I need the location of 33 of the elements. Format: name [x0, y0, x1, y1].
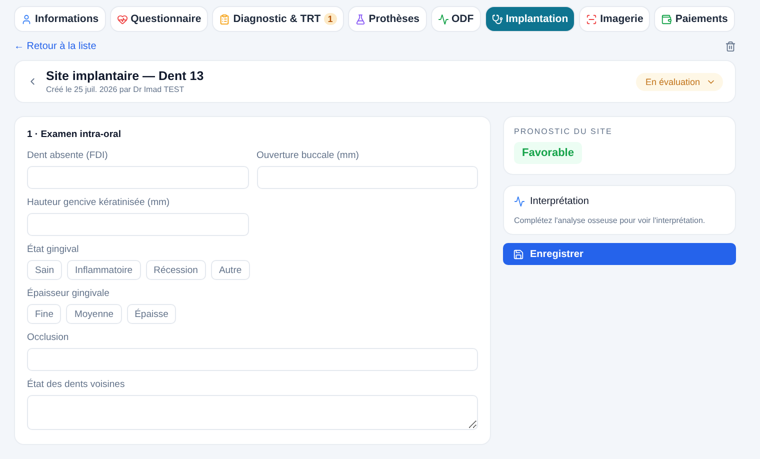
status-dropdown[interactable]: En évaluation [636, 72, 723, 90]
card-caption: PRONOSTIC DU SITE [514, 127, 614, 136]
field-label: État des dents voisines [27, 379, 126, 390]
field-label: Occlusion [27, 332, 70, 343]
field-label: État gingival [27, 244, 80, 255]
option-chip[interactable]: Fine [27, 304, 62, 324]
tab[interactable]: Implantation [484, 6, 576, 32]
option-chip[interactable]: Épaisse [126, 304, 176, 324]
field-label: Épaisseur gingivale [27, 288, 110, 299]
card-text: Complétez l'analyse osseuse pour voir l'interprétation. [514, 216, 706, 225]
option-chip[interactable]: Autre [210, 260, 250, 280]
record-subtitle: Créé le 25 juil. 2026 par Dr Imad TEST [46, 85, 186, 94]
tab[interactable]: Prothèses [348, 6, 427, 32]
tab[interactable]: Questionnaire [110, 6, 208, 32]
prognosis-pill: Favorable [514, 142, 582, 164]
tab[interactable]: Imagerie [579, 6, 650, 32]
card-title: Interprétation [530, 196, 589, 207]
option-chip[interactable]: Récession [146, 260, 206, 280]
field-label: Ouverture buccale (mm) [256, 150, 360, 161]
tab[interactable]: Paiements [654, 6, 735, 32]
count-badge: 1 [324, 13, 337, 25]
option-chip[interactable]: Inflammatoire [67, 260, 141, 280]
tab[interactable]: Informations [14, 6, 106, 32]
section-title: 1 · Examen intra-oral [27, 129, 122, 140]
tab[interactable]: Diagnostic & TRT 1 [212, 6, 344, 32]
option-chip[interactable]: Moyenne [66, 304, 122, 324]
back-link[interactable]: ← Retour à la liste [14, 41, 96, 52]
tab[interactable]: ODF [430, 6, 481, 32]
option-chip[interactable]: Sain [27, 260, 62, 280]
field-label: Hauteur gencive kératinisée (mm) [27, 197, 171, 208]
record-title: Site implantaire — Dent 13 [46, 69, 205, 83]
save-button[interactable]: Enregistrer [503, 243, 736, 265]
field-label: Dent absente (FDI) [27, 150, 109, 161]
